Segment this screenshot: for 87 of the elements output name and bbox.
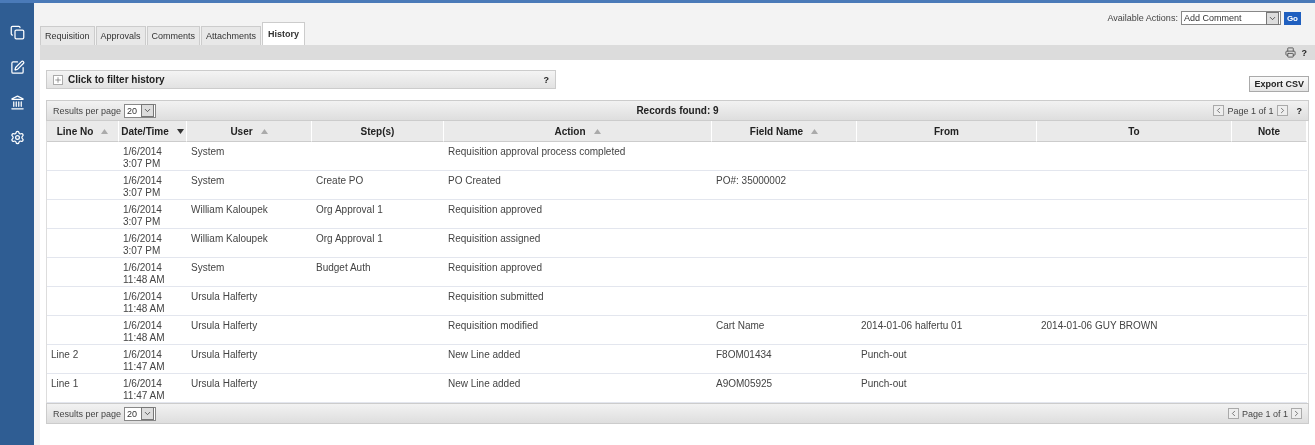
bank-icon[interactable] — [9, 95, 25, 110]
table-cell: Ursula Halferty — [191, 349, 258, 360]
table-cell: Punch-out — [861, 378, 907, 389]
per-page-select[interactable]: 20 — [124, 406, 157, 421]
sort-icon[interactable] — [811, 128, 819, 134]
table-cell: 1/6/2014 11:47 AM — [123, 349, 165, 372]
tab[interactable]: Attachments — [201, 26, 262, 45]
table-cell: 1/6/2014 11:48 AM — [123, 291, 165, 314]
help-button[interactable]: ? — [1301, 47, 1307, 58]
table-cell: Ursula Halferty — [191, 320, 258, 331]
table-cell: Line 2 — [51, 349, 79, 360]
table-cell: System — [191, 175, 225, 186]
tab[interactable]: Requisition — [40, 26, 95, 45]
sort-icon[interactable] — [593, 128, 601, 134]
page-indicator: Page 1 of 1 — [1227, 105, 1274, 116]
page-indicator: Page 1 of 1 — [1241, 408, 1288, 419]
table-cell: Line 1 — [51, 378, 79, 389]
records-count: Records found: 9 — [636, 105, 719, 116]
available-actions-label: Available Actions: — [1107, 13, 1178, 23]
column-header[interactable]: Action — [444, 121, 712, 142]
table-cell: Requisition modified — [448, 320, 539, 331]
table-cell: Cart Name — [716, 320, 765, 331]
column-header[interactable]: Line No — [47, 121, 119, 142]
table-cell: Requisition approval process completed — [448, 146, 626, 157]
table-cell: Requisition approved — [448, 262, 542, 273]
table-cell: A9OM05925 — [716, 378, 773, 389]
column-header[interactable]: From — [857, 121, 1037, 142]
previous-page-button[interactable] — [1227, 408, 1239, 419]
results-per-page-label: Results per page — [53, 408, 122, 419]
table-cell: Requisition submitted — [448, 291, 544, 302]
table-cell: 1/6/2014 3:07 PM — [123, 233, 162, 256]
next-page-button[interactable] — [1276, 105, 1288, 116]
table-cell: System — [191, 262, 225, 273]
copy-icon[interactable] — [9, 25, 25, 40]
column-header[interactable]: Date/Time — [119, 121, 187, 142]
table-cell: New Line added — [448, 378, 521, 389]
column-header[interactable]: User — [187, 121, 312, 142]
per-page-select[interactable]: 20 — [124, 103, 157, 118]
sort-icon[interactable] — [260, 128, 268, 134]
table-cell: 1/6/2014 3:07 PM — [123, 204, 162, 227]
filter-label: Click to filter history — [68, 74, 165, 85]
results-per-page-label: Results per page — [53, 105, 122, 116]
table-cell: Create PO — [316, 175, 364, 186]
table-cell: F8OM01434 — [716, 349, 772, 360]
table-cell: 1/6/2014 11:47 AM — [123, 378, 165, 401]
table-cell: 1/6/2014 11:48 AM — [123, 262, 165, 285]
table-cell: Budget Auth — [316, 262, 371, 273]
actions-select[interactable]: Add Comment — [1180, 11, 1281, 25]
filter-history-bar[interactable]: Click to filter history ? — [46, 70, 556, 89]
table-cell: 1/6/2014 3:07 PM — [123, 146, 162, 169]
next-page-button[interactable] — [1291, 408, 1302, 419]
table-cell: New Line added — [448, 349, 521, 360]
table-cell: Ursula Halferty — [191, 291, 258, 302]
go-button[interactable]: Go — [1283, 11, 1301, 25]
table-cell: 1/6/2014 11:48 AM — [123, 320, 165, 343]
table-cell: William Kaloupek — [191, 233, 268, 244]
previous-page-button[interactable] — [1213, 105, 1225, 116]
tab[interactable]: Approvals — [95, 26, 146, 45]
tab[interactable]: History — [262, 22, 306, 45]
column-header[interactable]: Step(s) — [312, 121, 444, 142]
settings-icon[interactable] — [9, 130, 25, 145]
table-cell: Org Approval 1 — [316, 233, 383, 244]
table-cell: Punch-out — [861, 349, 907, 360]
tab[interactable]: Comments — [146, 26, 201, 45]
column-header[interactable]: Field Name — [712, 121, 857, 142]
table-cell: 1/6/2014 3:07 PM — [123, 175, 162, 198]
table-cell: 2014-01-06 halfertu 01 — [861, 320, 963, 331]
table-cell: System — [191, 146, 225, 157]
table-cell: 2014-01-06 GUY BROWN — [1041, 320, 1158, 331]
expand-icon — [53, 74, 63, 85]
table-cell: Org Approval 1 — [316, 204, 383, 215]
edit-icon[interactable] — [9, 60, 25, 75]
table-cell: PO#: 35000002 — [716, 175, 787, 186]
sort-icon[interactable] — [101, 128, 109, 134]
print-icon[interactable] — [1284, 47, 1296, 58]
table-cell: Requisition approved — [448, 204, 542, 215]
column-header[interactable]: To — [1037, 121, 1232, 142]
column-header[interactable]: Note — [1232, 121, 1307, 142]
table-cell: William Kaloupek — [191, 204, 268, 215]
help-button[interactable]: ? — [1296, 105, 1302, 116]
sort-descending-icon[interactable] — [176, 128, 184, 134]
chevron-right-icon — [1292, 409, 1301, 418]
export-csv-button[interactable]: Export CSV — [1249, 76, 1309, 92]
help-button[interactable]: ? — [543, 74, 549, 85]
table-cell: Ursula Halferty — [191, 378, 258, 389]
table-cell: PO Created — [448, 175, 501, 186]
table-cell: Requisition assigned — [448, 233, 541, 244]
